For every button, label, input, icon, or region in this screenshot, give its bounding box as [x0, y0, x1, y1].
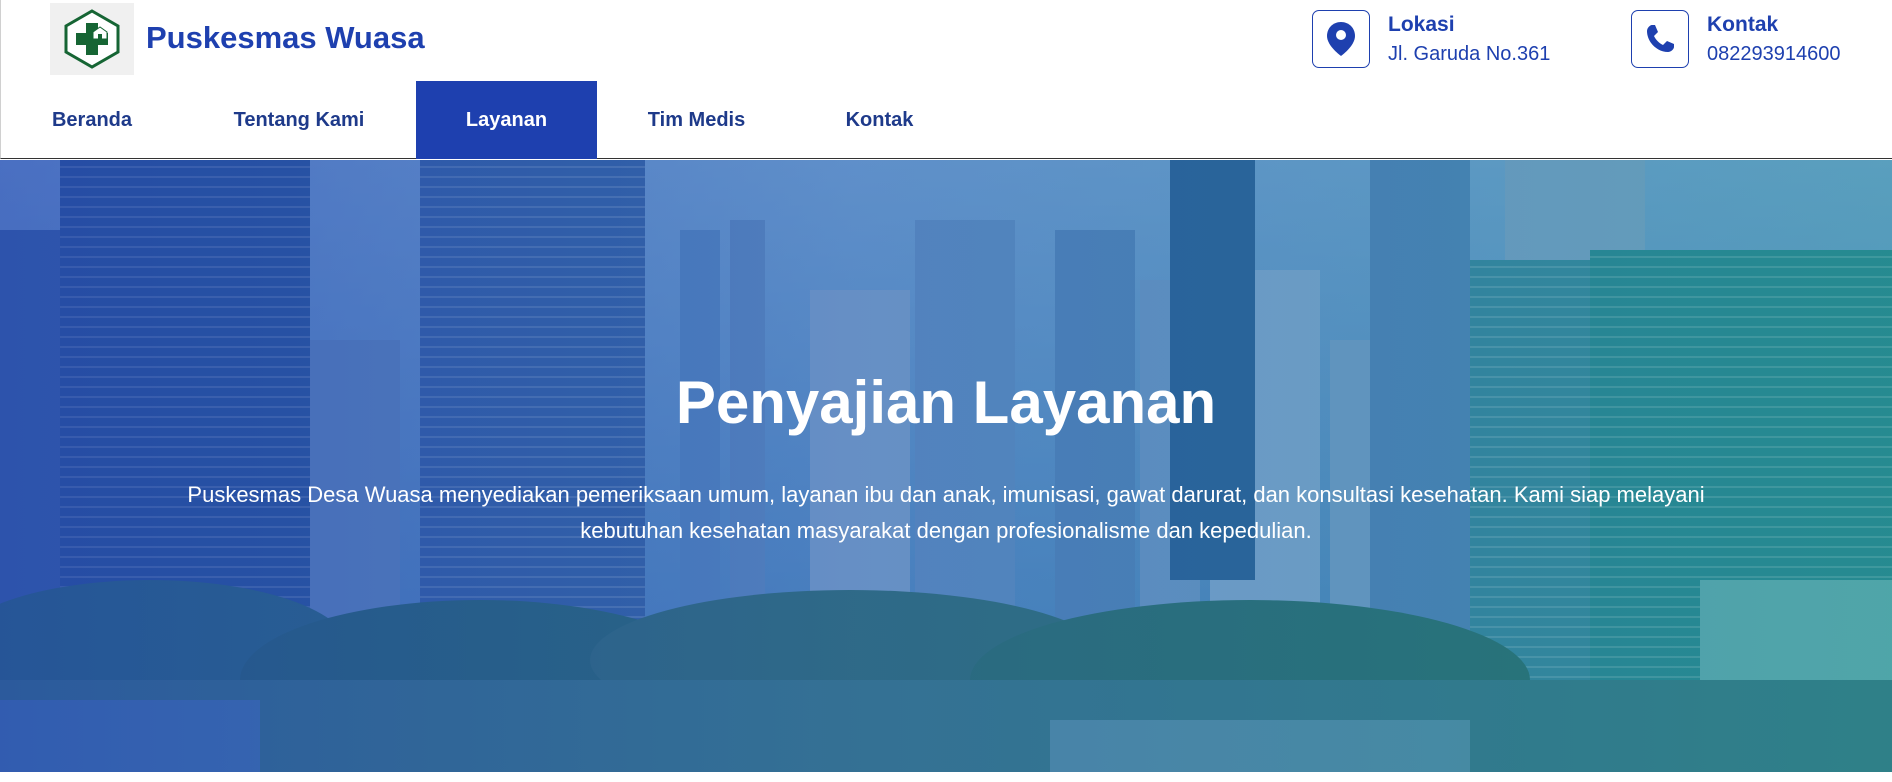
logo[interactable] [50, 3, 134, 75]
phone-icon [1631, 10, 1689, 68]
nav-item-tim-medis[interactable]: Tim Medis [597, 81, 796, 159]
nav-item-tentang-kami[interactable]: Tentang Kami [182, 81, 416, 159]
contact-label: Kontak [1707, 13, 1779, 36]
nav-item-kontak[interactable]: Kontak [796, 81, 963, 159]
nav-item-layanan[interactable]: Layanan [416, 81, 597, 159]
puskesmas-logo-icon [64, 9, 120, 69]
site-header: Puskesmas Wuasa Lokasi Jl. Garuda No.361… [0, 0, 1892, 159]
hero-description: Puskesmas Desa Wuasa menyediakan pemerik… [187, 482, 1705, 543]
map-pin-icon [1312, 10, 1370, 68]
location-label: Lokasi [1388, 13, 1455, 36]
hero-title: Penyajian Layanan [675, 369, 1217, 436]
location-value: Jl. Garuda No.361 [1388, 43, 1551, 65]
main-nav: Beranda Tentang Kami Layanan Tim Medis K… [2, 81, 963, 159]
site-title[interactable]: Puskesmas Wuasa [146, 20, 425, 56]
contact-value[interactable]: 082293914600 [1707, 41, 1840, 68]
contact-info: Kontak 082293914600 [1631, 10, 1840, 68]
location-info: Lokasi Jl. Garuda No.361 [1312, 10, 1550, 68]
hero-banner: Penyajian Layanan Puskesmas Desa Wuasa m… [0, 160, 1892, 772]
nav-item-beranda[interactable]: Beranda [2, 81, 182, 159]
hero-content: Penyajian Layanan Puskesmas Desa Wuasa m… [0, 160, 1892, 772]
